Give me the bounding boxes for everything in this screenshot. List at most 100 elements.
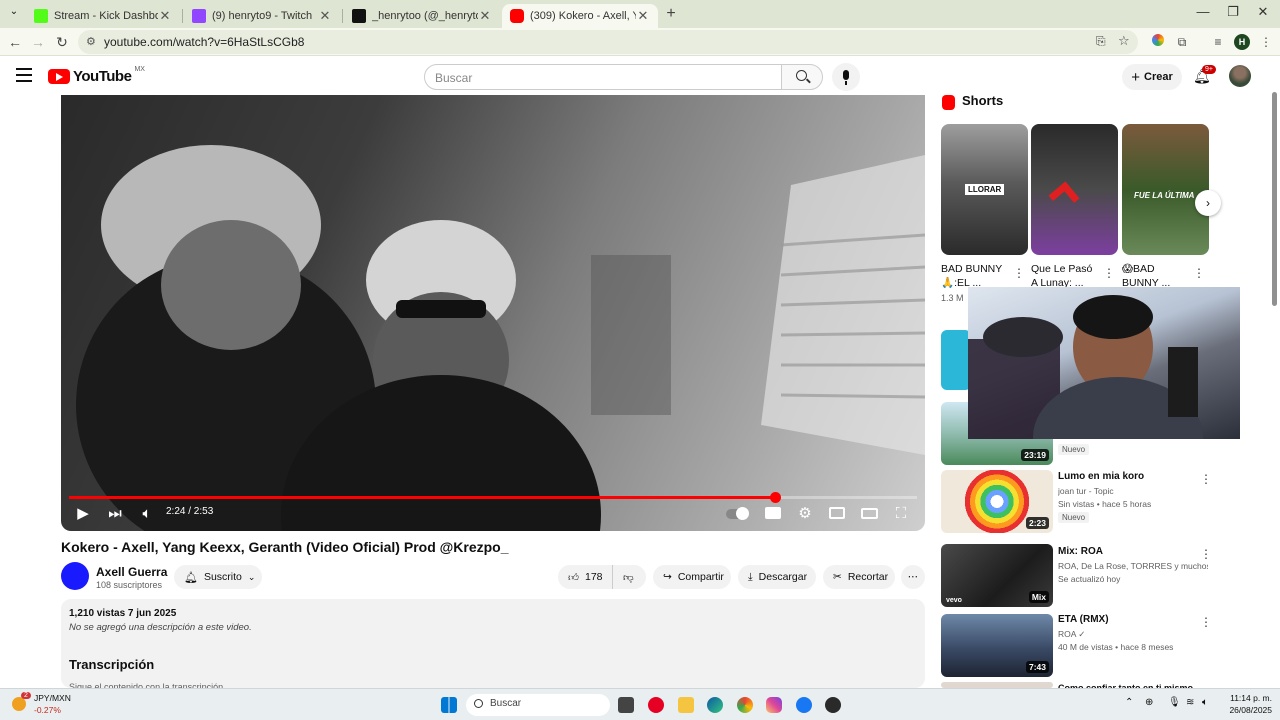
short-title[interactable]: 😱BAD BUNNY ... <box>1122 262 1190 290</box>
account-avatar[interactable] <box>1229 65 1251 87</box>
rec-more-icon[interactable]: ⋮ <box>1200 615 1212 629</box>
arrow-graphic <box>1048 181 1080 213</box>
close-tab-icon[interactable]: ✕ <box>158 8 172 24</box>
close-tab-icon[interactable]: ✕ <box>636 8 650 24</box>
maximize-icon[interactable]: ❐ <box>1218 4 1248 24</box>
instagram-icon[interactable] <box>766 697 782 713</box>
youtube-logo[interactable]: YouTube MX <box>48 66 145 85</box>
minimize-icon[interactable]: — <box>1188 4 1218 24</box>
voice-search-button[interactable] <box>832 63 860 91</box>
rec-channel[interactable]: ROA, De La Rose, TORRRES y muchos m... <box>1058 561 1208 571</box>
subtitles-icon[interactable] <box>761 503 785 525</box>
tab-kick[interactable]: Stream - Kick Dashboard ✕ <box>26 4 180 28</box>
volume-icon[interactable]: 🔈︎ <box>135 503 159 525</box>
taskbar-search-box[interactable]: Buscar <box>466 694 610 716</box>
hamburger-menu-icon[interactable] <box>16 68 32 82</box>
bookmark-star-icon[interactable]: ☆ <box>1118 33 1130 49</box>
close-tab-icon[interactable]: ✕ <box>478 8 492 24</box>
progress-bar[interactable] <box>69 492 917 503</box>
miniplayer-icon[interactable] <box>825 503 849 525</box>
close-tab-icon[interactable]: ✕ <box>318 8 332 24</box>
reload-icon[interactable]: ↻ <box>52 32 72 52</box>
tab-twitch[interactable]: (9) henryto9 - Twitch ✕ <box>184 4 340 28</box>
tab-tiktok[interactable]: _henrytoo (@_henrytoo) está en ✕ <box>344 4 500 28</box>
rec-channel[interactable]: joan tur - Topic <box>1058 486 1208 496</box>
tray-wifi-icon[interactable]: ≋ <box>1186 697 1194 708</box>
site-info-icon[interactable]: ⚙ <box>86 35 96 48</box>
rec-title[interactable]: Mix: ROA <box>1058 546 1206 557</box>
chrome-icon[interactable] <box>737 697 753 713</box>
search-input[interactable]: Buscar <box>424 64 782 90</box>
obs-icon[interactable] <box>825 697 841 713</box>
download-label: Descargar <box>758 571 808 583</box>
shorts-next-chevron-icon[interactable]: › <box>1195 190 1221 216</box>
pinterest-icon[interactable] <box>648 697 664 713</box>
task-view-icon[interactable] <box>618 697 634 713</box>
webcam-overlay <box>968 287 1240 497</box>
extension-color-icon[interactable] <box>1150 34 1166 50</box>
tray-network-icon[interactable]: ⊕ <box>1145 697 1153 708</box>
next-video-icon[interactable]: ⏭ <box>103 503 127 525</box>
short-title[interactable]: Que Le Pasó A Lunay: ... <box>1031 262 1099 290</box>
like-button[interactable]: 👍︎ 178 <box>558 565 612 589</box>
new-tab-button[interactable]: + <box>662 5 680 23</box>
fullscreen-icon[interactable]: ⛶ <box>889 503 913 525</box>
autoplay-toggle[interactable] <box>725 503 749 525</box>
play-icon[interactable]: ▶ <box>71 503 95 525</box>
clock-time[interactable]: 11:14 p. m. <box>1226 693 1272 703</box>
tab-search-button[interactable]: ⌄ <box>6 6 22 22</box>
rec-channel[interactable]: ROA ✓ <box>1058 629 1208 640</box>
tray-mic-icon[interactable]: 🎙︎ <box>1168 697 1181 708</box>
short-thumbnail[interactable]: LLORAR <box>941 124 1028 255</box>
short-more-icon[interactable]: ⋮ <box>1193 266 1205 280</box>
edge-icon[interactable] <box>707 697 723 713</box>
media-controls-icon[interactable]: ≡ <box>1210 34 1226 50</box>
dislike-button[interactable]: 👎︎ <box>612 565 646 589</box>
tab-youtube[interactable]: (309) Kokero - Axell, Yang Keexx ✕ <box>502 4 658 28</box>
clip-button[interactable]: ✂ Recortar <box>823 565 895 589</box>
tray-volume-icon[interactable]: 🔈︎ <box>1202 697 1208 708</box>
create-button[interactable]: + Crear <box>1122 64 1182 90</box>
page-scrollbar[interactable] <box>1272 92 1277 306</box>
close-window-icon[interactable]: ✕ <box>1248 4 1278 24</box>
forward-icon[interactable]: → <box>28 32 48 52</box>
short-thumbnail[interactable] <box>1031 124 1118 255</box>
tab-title: (9) henryto9 - Twitch <box>212 10 313 22</box>
install-app-icon[interactable]: ⎘ <box>1096 34 1106 49</box>
short-more-icon[interactable]: ⋮ <box>1013 266 1025 280</box>
extensions-puzzle-icon[interactable]: ⧉ <box>1174 34 1190 50</box>
profile-avatar[interactable]: H <box>1234 34 1250 50</box>
chrome-menu-icon[interactable]: ⋮ <box>1258 34 1274 50</box>
download-button[interactable]: ⤓ Descargar <box>738 565 816 589</box>
file-explorer-icon[interactable] <box>678 697 694 713</box>
share-button[interactable]: ↪ Compartir <box>653 565 731 589</box>
tray-chevron-icon[interactable]: ⌃ <box>1125 697 1133 708</box>
weather-ticker-widget[interactable]: 2 JPY/MXN -0.27% <box>12 692 92 717</box>
settings-gear-icon[interactable]: ⚙ <box>793 503 817 525</box>
theater-mode-icon[interactable] <box>857 503 881 525</box>
rec-more-icon[interactable]: ⋮ <box>1200 472 1212 486</box>
rec-title[interactable]: ETA (RMX) <box>1058 614 1206 625</box>
channel-name[interactable]: Axell Guerra <box>96 565 167 579</box>
description-box[interactable] <box>61 599 925 688</box>
windows-start-icon[interactable] <box>441 697 457 713</box>
channel-avatar[interactable] <box>61 562 89 590</box>
search-button[interactable] <box>781 64 823 90</box>
subscribed-button[interactable]: 🔔︎ Suscrito ⌄ <box>174 565 262 589</box>
hidden-short-thumbnail[interactable] <box>941 330 971 390</box>
video-player[interactable]: ▶ ⏭ 🔈︎ 2:24 / 2:53 ⚙ ⛶ <box>61 95 925 531</box>
clock-date[interactable]: 26/08/2025 <box>1222 705 1272 715</box>
rec-thumbnail[interactable]: 7:43 <box>941 614 1053 677</box>
rec-title[interactable]: Lumo en mia koro <box>1058 471 1206 482</box>
short-more-icon[interactable]: ⋮ <box>1103 266 1115 280</box>
back-icon[interactable]: ← <box>5 32 25 52</box>
facebook-icon[interactable] <box>796 697 812 713</box>
rec-more-icon[interactable]: ⋮ <box>1200 547 1212 561</box>
rec-thumbnail[interactable]: 2:23 <box>941 470 1053 533</box>
short-title[interactable]: BAD BUNNY 🙏:EL ... <box>941 262 1009 290</box>
address-bar[interactable]: ⚙ youtube.com/watch?v=6HaStLsCGb8 ⎘ ☆ <box>78 30 1138 54</box>
more-actions-button[interactable]: ⋯ <box>901 565 925 589</box>
share-icon: ↪ <box>663 571 672 583</box>
rec-thumbnail[interactable]: vevo Mix <box>941 544 1053 607</box>
short-thumbnail[interactable]: FUE LA ÚLTIMA <box>1122 124 1209 255</box>
